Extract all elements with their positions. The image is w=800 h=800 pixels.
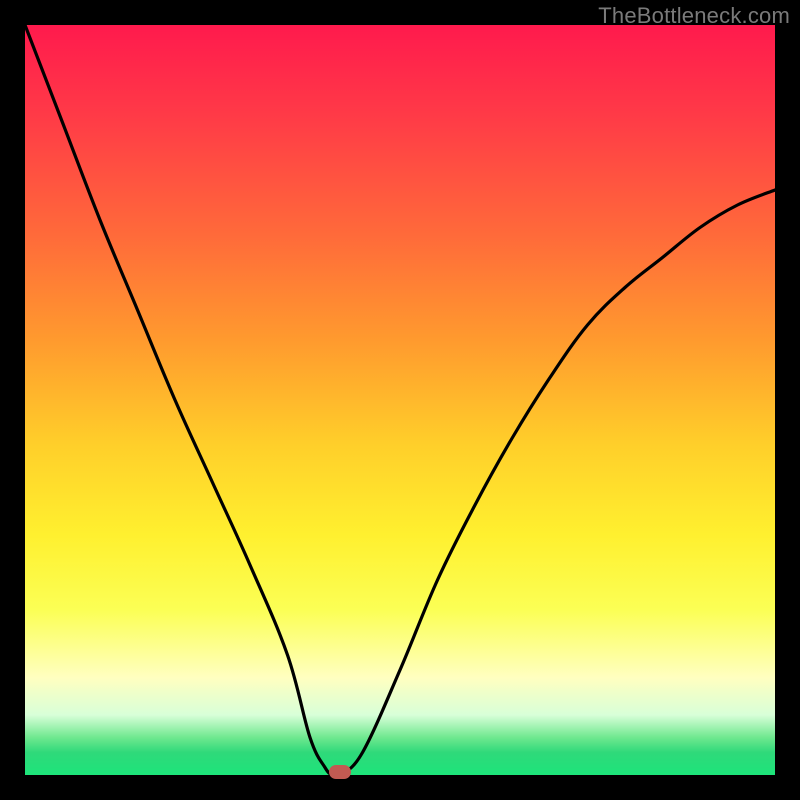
optimal-point-marker [329, 765, 351, 779]
plot-area [25, 25, 775, 775]
bottleneck-curve [25, 25, 775, 775]
chart-frame: TheBottleneck.com [0, 0, 800, 800]
